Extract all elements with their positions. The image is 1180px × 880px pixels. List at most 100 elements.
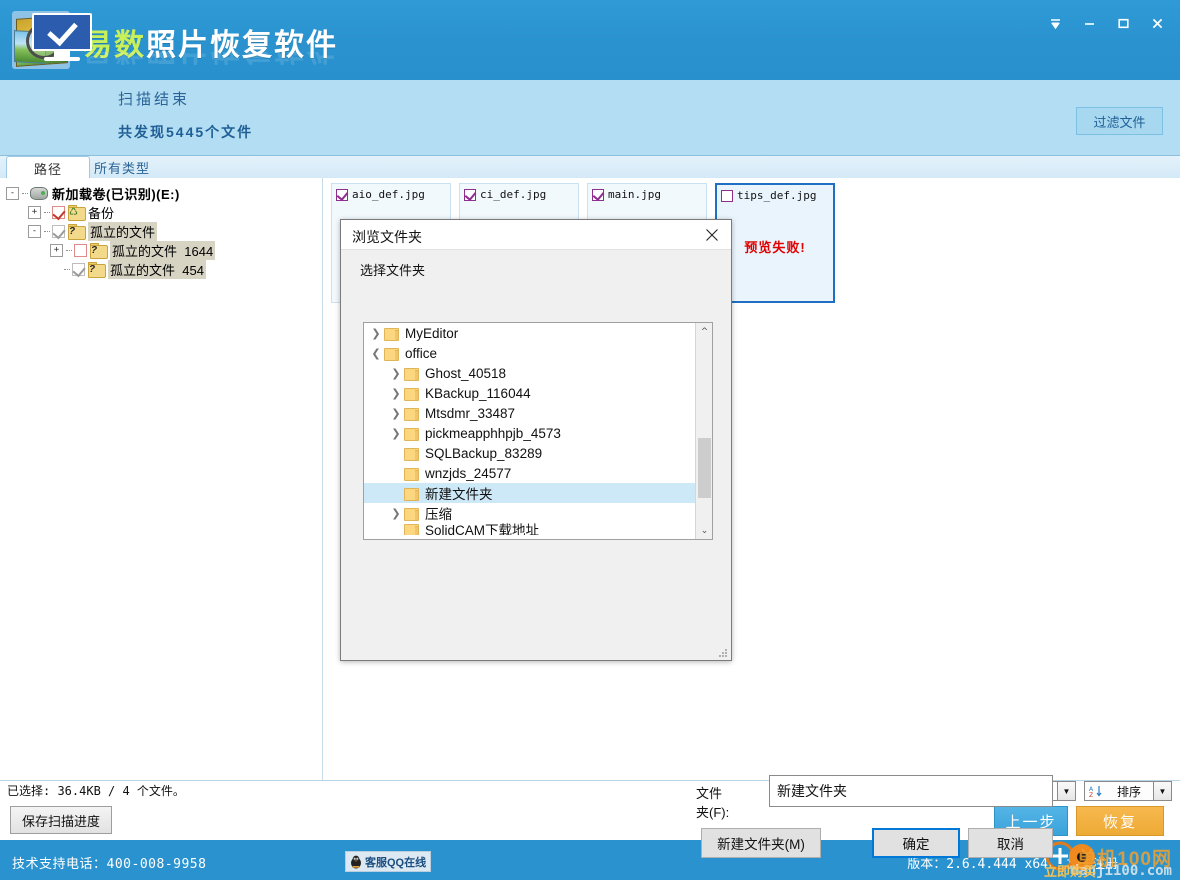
folder-name: Ghost_40518	[425, 365, 507, 381]
resize-grip[interactable]	[719, 649, 728, 658]
folder-row[interactable]: wnzjds_24577	[364, 463, 712, 483]
file-checkbox[interactable]	[464, 188, 476, 201]
folder-icon	[404, 427, 419, 441]
preview-failed-label: 预览失败!	[744, 240, 806, 255]
file-thumbnail-selected[interactable]: tips_def.jpg 预览失败!	[715, 183, 835, 303]
qq-penguin-icon	[350, 855, 362, 869]
chevron-right-icon[interactable]: ❯	[388, 427, 404, 440]
chevron-down-icon[interactable]: ❮	[368, 347, 384, 360]
folder-row[interactable]: ❯ Mtsdmr_33487	[364, 403, 712, 423]
close-icon[interactable]	[695, 220, 729, 249]
close-icon[interactable]	[1140, 8, 1174, 38]
drive-icon	[30, 187, 48, 200]
folder-name-input[interactable]	[769, 775, 1053, 807]
folder-name: KBackup_116044	[425, 385, 531, 401]
scan-found-count: 共发现5445个文件	[118, 124, 254, 140]
folder-row-selected[interactable]: 新建文件夹	[364, 483, 712, 503]
dialog-prompt: 选择文件夹	[360, 263, 426, 278]
tab-all-types[interactable]: 所有类型	[74, 157, 170, 178]
chevron-down-icon[interactable]: ▼	[1057, 782, 1075, 800]
tab-strip: 路径 所有类型	[0, 156, 1180, 180]
folder-icon	[404, 367, 419, 381]
expander-icon[interactable]: +	[50, 244, 63, 257]
minimize-icon[interactable]	[1072, 8, 1106, 38]
folder-row[interactable]: ❯ 压缩	[364, 503, 712, 523]
tree-item-orphan-1644[interactable]: + ? 孤立的文件 1644	[6, 241, 322, 260]
folder-name: Mtsdmr_33487	[425, 405, 516, 421]
scrollbar-thumb[interactable]	[698, 438, 711, 498]
tree-root-volume[interactable]: - 新加载卷(已识别)(E:)	[6, 184, 322, 203]
cancel-button[interactable]: 取消	[968, 828, 1053, 858]
app-title-reflection: 易数照片恢复软件	[82, 52, 338, 74]
listbox-scrollbar[interactable]: ^ ⌄	[695, 323, 712, 539]
folder-tree-listbox[interactable]: ❯ MyEditor ❮ office ❯ Ghost_40518 ❯ KBac…	[363, 322, 713, 540]
tree-item-orphan[interactable]: - ? 孤立的文件	[6, 222, 322, 241]
folder-icon	[404, 447, 419, 461]
selection-summary: 已选择: 36.4KB / 4 个文件。	[7, 784, 185, 798]
expander-icon[interactable]: -	[6, 187, 19, 200]
chevron-right-icon[interactable]: ❯	[388, 407, 404, 420]
chevron-right-icon[interactable]: ❯	[388, 387, 404, 400]
folder-row[interactable]: SQLBackup_83289	[364, 443, 712, 463]
file-checkbox[interactable]	[336, 188, 348, 201]
tree-item-label: 孤立的文件 1644	[110, 241, 216, 260]
qq-service-label: 客服QQ在线	[365, 856, 427, 869]
support-phone-text: 技术支持电话：400-008-9958	[12, 856, 207, 872]
folder-row[interactable]: ❯ KBackup_116044	[364, 383, 712, 403]
qq-service-button[interactable]: 客服QQ在线	[345, 851, 432, 872]
save-scan-progress-button[interactable]: 保存扫描进度	[10, 806, 112, 834]
chevron-right-icon[interactable]: ❯	[368, 327, 384, 340]
file-name: tips_def.jpg	[737, 189, 817, 202]
window-controls	[1038, 8, 1174, 38]
folder-row[interactable]: ❮ office	[364, 343, 712, 363]
maximize-icon[interactable]	[1106, 8, 1140, 38]
sort-icon: AZ	[1089, 785, 1103, 799]
file-name: main.jpg	[608, 188, 661, 201]
folder-icon: ?	[88, 262, 106, 278]
scroll-down-icon[interactable]: ⌄	[696, 522, 712, 539]
tree-checkbox[interactable]	[72, 263, 85, 276]
folder-name: MyEditor	[405, 325, 459, 341]
tree-item-orphan-454[interactable]: ? 孤立的文件 454	[6, 260, 322, 279]
tree-item-backup[interactable]: + ♺ 备份	[6, 203, 322, 222]
tree-item-label: 孤立的文件 454	[108, 260, 206, 279]
scan-complete-icon	[32, 13, 92, 61]
recover-button[interactable]: 恢复	[1076, 806, 1164, 836]
tree-checkbox[interactable]	[52, 206, 65, 219]
ok-button[interactable]: 确定	[872, 828, 960, 858]
sort-dropdown[interactable]: AZ 排序 ▼	[1084, 781, 1172, 801]
file-checkbox[interactable]	[721, 189, 733, 202]
dialog-title: 浏览文件夹	[352, 229, 422, 245]
folder-name: SolidCAM下载地址	[425, 523, 540, 535]
tree-root-label: 新加载卷(已识别)(E:)	[52, 187, 180, 202]
new-folder-button[interactable]: 新建文件夹(M)	[701, 828, 821, 858]
file-checkbox[interactable]	[592, 188, 604, 201]
expander-icon[interactable]: -	[28, 225, 41, 238]
chevron-down-icon[interactable]: ▼	[1153, 782, 1171, 800]
folder-icon	[404, 523, 419, 535]
browse-folder-dialog: 浏览文件夹 选择文件夹 ❯ MyEditor ❮ office ❯ Ghost_…	[340, 219, 1053, 858]
folder-name: SQLBackup_83289	[425, 445, 543, 461]
scroll-up-icon[interactable]: ^	[696, 323, 712, 340]
expander-icon[interactable]: +	[28, 206, 41, 219]
folder-icon: ?	[90, 243, 108, 259]
folder-icon	[384, 347, 399, 361]
filter-files-button[interactable]: 过滤文件	[1076, 107, 1163, 135]
folder-name: pickmeapphhpjb_4573	[425, 425, 561, 441]
folder-row[interactable]: SolidCAM下载地址	[364, 523, 712, 535]
chevron-right-icon[interactable]: ❯	[388, 507, 404, 520]
folder-icon	[384, 327, 399, 341]
folder-icon: ?	[68, 224, 86, 240]
tree-item-label: 备份	[88, 206, 115, 221]
folder-icon	[404, 487, 419, 501]
collapse-icon[interactable]	[1038, 8, 1072, 38]
folder-row[interactable]: ❯ MyEditor	[364, 323, 712, 343]
folder-row[interactable]: ❯ pickmeapphhpjb_4573	[364, 423, 712, 443]
folder-icon	[404, 387, 419, 401]
tree-checkbox[interactable]	[74, 244, 87, 257]
folder-icon	[404, 467, 419, 481]
tree-checkbox[interactable]	[52, 225, 65, 238]
folder-row[interactable]: ❯ Ghost_40518	[364, 363, 712, 383]
chevron-right-icon[interactable]: ❯	[388, 367, 404, 380]
tree-item-label: 孤立的文件	[88, 222, 158, 241]
